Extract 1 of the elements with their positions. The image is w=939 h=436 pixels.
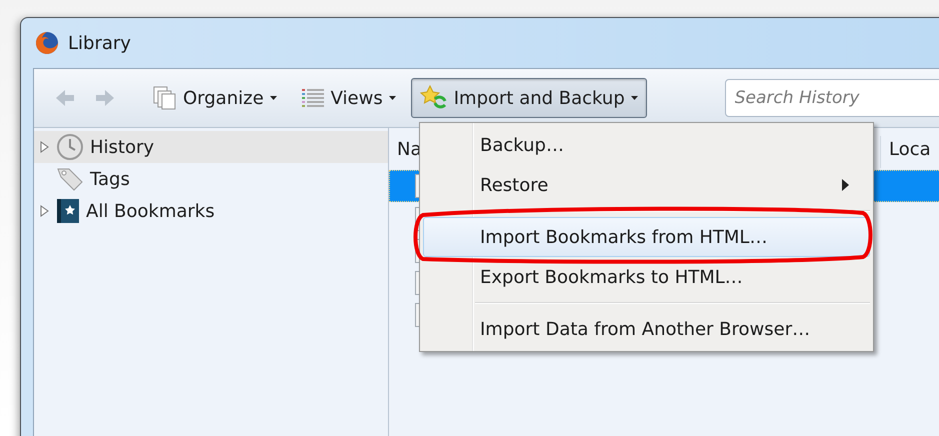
window-title: Library (68, 32, 131, 54)
